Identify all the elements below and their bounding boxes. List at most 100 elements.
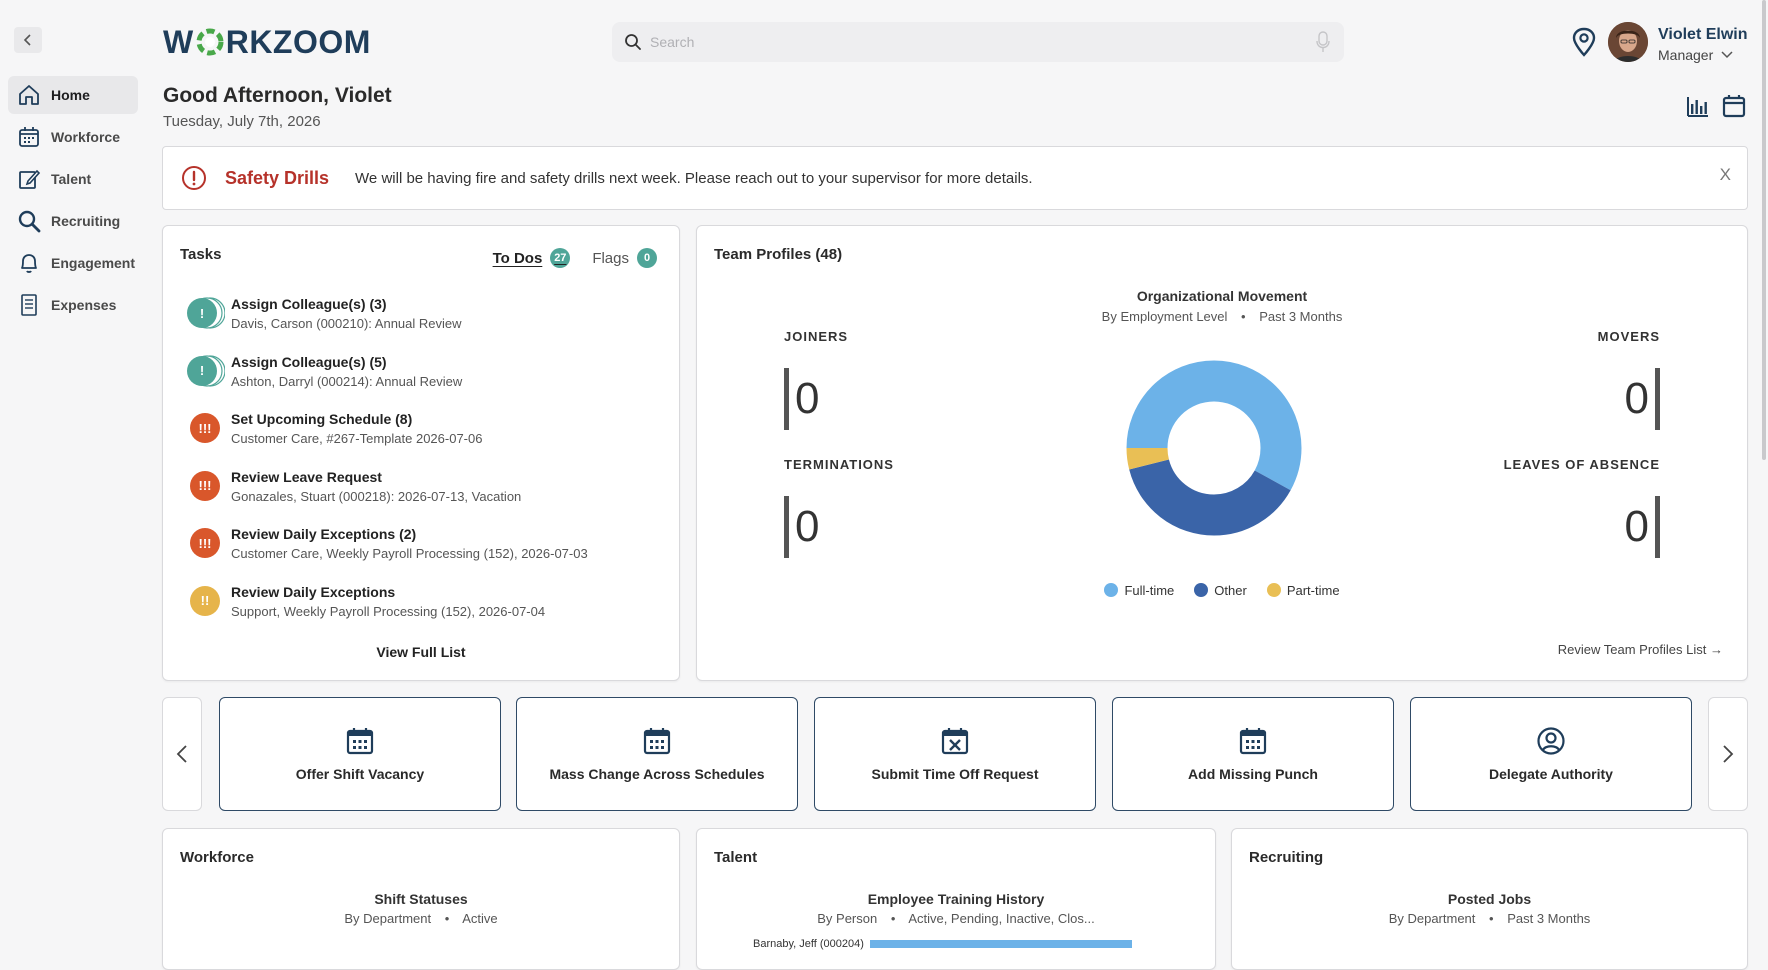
task-item[interactable]: !!! Review Leave Request Gonazales, Stua…	[185, 467, 655, 525]
user-role: Manager	[1658, 47, 1714, 63]
action-add-missing-punch[interactable]: Add Missing Punch	[1112, 697, 1394, 811]
location-pin-icon[interactable]	[1570, 27, 1598, 57]
talent-card: Talent Employee Training History By Pers…	[696, 828, 1216, 970]
view-toggle	[1686, 94, 1746, 118]
movers-value[interactable]: 0	[1625, 368, 1660, 430]
workzoom-logo[interactable]: W RKZOOM	[163, 22, 371, 62]
training-row-label: Barnaby, Jeff (000204)	[753, 938, 864, 950]
tab-todos[interactable]: To Dos 27	[493, 248, 571, 268]
chart-subtitle-a: By Department	[1388, 911, 1476, 926]
action-mass-change-across-schedules[interactable]: Mass Change Across Schedules	[516, 697, 798, 811]
search-bar[interactable]	[612, 22, 1344, 62]
user-circle-icon	[1537, 727, 1565, 755]
edit-icon	[19, 169, 41, 189]
task-item[interactable]: !!! Review Daily Exceptions (2) Customer…	[185, 524, 655, 582]
chevron-down-icon	[1721, 51, 1733, 59]
view-full-list-link[interactable]: View Full List	[163, 644, 679, 660]
terminations-label: TERMINATIONS	[784, 457, 894, 472]
task-title: Review Daily Exceptions (2)	[231, 526, 417, 543]
sidebar-item-label: Talent	[51, 171, 92, 187]
legend-label: Part-time	[1286, 583, 1340, 598]
action-offer-shift-vacancy[interactable]: Offer Shift Vacancy	[219, 697, 501, 811]
chart-subtitle-b: Past 3 Months	[1259, 309, 1343, 324]
joiners-label: JOINERS	[784, 329, 849, 344]
bullet-separator: •	[1241, 309, 1246, 324]
chart-subtitle-a: By Department	[344, 911, 432, 926]
priority-dot: !!!	[190, 470, 220, 501]
microphone-icon[interactable]	[1316, 31, 1330, 53]
sidebar-item-workforce[interactable]: Workforce	[8, 118, 138, 156]
legend-swatch	[1266, 583, 1281, 597]
chart-subtitle-b: Active, Pending, Inactive, Clos...	[908, 911, 1095, 926]
chevron-left-icon	[176, 745, 187, 763]
action-label: Offer Shift Vacancy	[295, 766, 425, 782]
collapse-sidebar-button[interactable]	[14, 27, 42, 53]
leaves-value[interactable]: 0	[1625, 496, 1660, 558]
action-submit-time-off-request[interactable]: Submit Time Off Request	[814, 697, 1096, 811]
flags-count-badge: 0	[637, 248, 657, 268]
action-delegate-authority[interactable]: Delegate Authority	[1410, 697, 1692, 811]
user-avatar[interactable]	[1608, 22, 1648, 62]
chart-subtitle-b: Past 3 Months	[1507, 911, 1591, 926]
legend-label: Other	[1214, 583, 1247, 598]
carousel-next-button[interactable]	[1708, 697, 1748, 811]
task-item[interactable]: ! Assign Colleague(s) (3) Davis, Carson …	[185, 294, 655, 352]
task-item[interactable]: !!! Set Upcoming Schedule (8) Customer C…	[185, 409, 655, 467]
legend-item-full-time[interactable]: Full-time	[1104, 583, 1174, 598]
task-subtitle: Customer Care, #267-Template 2026-07-06	[231, 431, 483, 447]
legend-swatch	[1194, 583, 1209, 597]
sidebar-item-label: Engagement	[51, 255, 136, 271]
tasks-tabs: To Dos 27 Flags 0	[493, 248, 657, 268]
legend-item-part-time[interactable]: Part-time	[1266, 583, 1340, 598]
view-full-list-label: View Full List	[376, 644, 466, 660]
announcement-banner: Safety Drills We will be having fire and…	[162, 146, 1748, 210]
sidebar-item-label: Recruiting	[51, 213, 121, 229]
bell-icon	[21, 254, 37, 273]
sidebar-item-recruiting[interactable]: Recruiting	[8, 202, 138, 240]
page-scrollbar[interactable]	[1762, 0, 1766, 460]
priority-badge: !	[185, 352, 225, 392]
task-title: Assign Colleague(s) (5)	[231, 353, 387, 370]
chart-title: Organizational Movement	[1136, 288, 1308, 304]
organizational-movement-donut-chart[interactable]	[1124, 358, 1304, 538]
user-role-dropdown[interactable]: Manager	[1658, 47, 1733, 63]
search-icon	[18, 210, 41, 233]
task-item[interactable]: !! Review Daily Exceptions Support, Week…	[185, 582, 655, 640]
action-label: Add Missing Punch	[1188, 766, 1318, 782]
current-date: Tuesday, July 7th, 2026	[163, 113, 321, 130]
logo-text-left: W	[163, 23, 194, 60]
task-item[interactable]: ! Assign Colleague(s) (5) Ashton, Darryl…	[185, 352, 655, 410]
task-title: Set Upcoming Schedule (8)	[231, 411, 413, 428]
action-label: Mass Change Across Schedules	[549, 766, 765, 782]
carousel-prev-button[interactable]	[162, 697, 202, 811]
user-name[interactable]: Violet Elwin	[1658, 26, 1748, 44]
sidebar-item-label: Workforce	[51, 129, 120, 145]
review-team-profiles-link[interactable]: Review Team Profiles List →	[1558, 642, 1723, 657]
chart-subtitle: By Employment Level • Past 3 Months	[697, 309, 1747, 324]
workforce-title: Workforce	[180, 849, 254, 866]
user-photo-icon	[1608, 22, 1648, 62]
bar-chart-icon[interactable]	[1686, 94, 1710, 118]
sidebar-item-home[interactable]: Home	[8, 76, 138, 114]
workforce-card: Workforce Shift Statuses By Department •…	[162, 828, 680, 970]
joiners-value[interactable]: 0	[784, 368, 819, 430]
banner-close-button[interactable]: X	[1720, 165, 1731, 185]
alert-circle-icon	[182, 166, 206, 190]
sidebar-item-expenses[interactable]: Expenses	[8, 286, 138, 324]
sidebar-item-talent[interactable]: Talent	[8, 160, 138, 198]
receipt-icon	[21, 294, 37, 316]
sidebar-item-engagement[interactable]: Engagement	[8, 244, 138, 282]
posted-jobs-title: Posted Jobs	[1447, 891, 1532, 907]
chart-subtitle: By Department • Active	[163, 911, 679, 926]
tab-flags[interactable]: Flags 0	[592, 248, 657, 268]
terminations-value[interactable]: 0	[784, 496, 819, 558]
legend-item-other[interactable]: Other	[1194, 583, 1247, 598]
search-input[interactable]	[642, 34, 1316, 50]
movers-label: MOVERS	[1597, 329, 1660, 344]
training-bar[interactable]	[870, 940, 1132, 948]
priority-dot: !	[187, 298, 217, 328]
leaves-label: LEAVES OF ABSENCE	[1503, 457, 1660, 472]
calendar-icon[interactable]	[1722, 94, 1746, 118]
tab-label: Flags	[592, 249, 629, 267]
talent-title: Talent	[714, 849, 758, 866]
